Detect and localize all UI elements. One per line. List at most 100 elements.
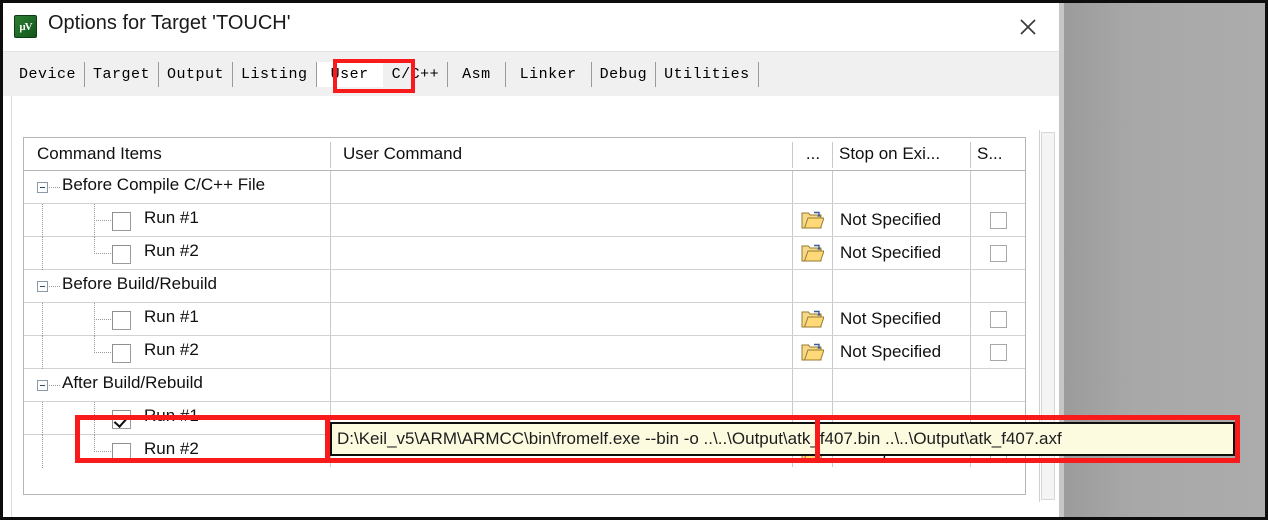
cell-stop-on-exit[interactable]: Not Specified <box>832 303 970 335</box>
row-label: Run #2 <box>144 439 199 458</box>
cell-stop-on-exit[interactable] <box>832 171 970 203</box>
tab-device[interactable]: Device <box>11 62 86 87</box>
cell-s-column[interactable] <box>970 303 1025 335</box>
folder-open-icon[interactable] <box>801 211 825 230</box>
folder-open-icon[interactable] <box>801 343 825 362</box>
row-label: Run #2 <box>144 241 199 260</box>
user-command-input[interactable]: D:\Keil_v5\ARM\ARMCC\bin\fromelf.exe --b… <box>330 422 1235 456</box>
tree-connector <box>49 286 60 287</box>
tree-connector <box>49 385 60 386</box>
cell-s-column[interactable] <box>970 171 1025 203</box>
tree-connector <box>42 402 43 435</box>
cell-stop-on-exit[interactable] <box>832 270 970 302</box>
row-checkbox-checked[interactable] <box>112 410 131 429</box>
tree-connector <box>94 352 112 353</box>
row-label: Before Build/Rebuild <box>62 274 217 293</box>
header-command-items[interactable]: Command Items <box>37 138 327 170</box>
header-s-column[interactable]: S... <box>977 138 1022 170</box>
cell-stop-on-exit[interactable]: Not Specified <box>832 204 970 236</box>
row-label: Run #1 <box>144 208 199 227</box>
cell-stop-on-exit[interactable] <box>832 369 970 401</box>
header-sep-3[interactable] <box>832 142 833 168</box>
cell-browse[interactable] <box>792 171 832 203</box>
row-checkbox[interactable] <box>112 245 131 264</box>
row-checkbox[interactable] <box>112 311 131 330</box>
table-row[interactable]: Before Build/Rebuild <box>24 270 1025 303</box>
row-checkbox[interactable] <box>112 443 131 462</box>
keil-uvision-icon: µV <box>14 15 37 38</box>
table-row[interactable]: Run #2 Not Specified <box>24 237 1025 270</box>
tree-collapse-icon[interactable] <box>37 281 48 292</box>
stop-on-exit-checkbox[interactable] <box>989 343 1007 361</box>
tab-debug[interactable]: Debug <box>591 62 657 87</box>
row-label: Run #1 <box>144 307 199 326</box>
cell-browse[interactable] <box>792 204 832 236</box>
row-label: Run #1 <box>144 406 199 425</box>
tree-connector <box>94 418 112 419</box>
dialog-title: Options for Target 'TOUCH' <box>48 12 291 34</box>
row-label: After Build/Rebuild <box>62 373 203 392</box>
grid-header-row: Command Items User Command ... Stop on E… <box>24 138 1025 171</box>
cell-user-command[interactable] <box>330 336 792 368</box>
header-sep-2[interactable] <box>792 142 793 168</box>
tab-cpp[interactable]: C/C++ <box>383 62 449 87</box>
cell-stop-on-exit[interactable]: Not Specified <box>832 336 970 368</box>
stop-on-exit-checkbox[interactable] <box>989 244 1007 262</box>
header-sep-1[interactable] <box>330 142 331 168</box>
header-user-command[interactable]: User Command <box>343 138 788 170</box>
folder-open-icon[interactable] <box>801 244 825 263</box>
stop-on-exit-checkbox[interactable] <box>989 211 1007 229</box>
panel-left-rule <box>11 96 12 517</box>
close-button[interactable] <box>1008 11 1048 43</box>
tab-asm[interactable]: Asm <box>448 62 506 87</box>
cell-s-column[interactable] <box>970 369 1025 401</box>
row-label: Run #2 <box>144 340 199 359</box>
tab-utilities[interactable]: Utilities <box>656 62 759 87</box>
tab-target[interactable]: Target <box>85 62 160 87</box>
tree-connector <box>94 253 112 254</box>
table-row[interactable]: Run #1 Not Specified <box>24 204 1025 237</box>
cell-browse[interactable] <box>792 270 832 302</box>
header-browse[interactable]: ... <box>797 138 829 170</box>
cell-browse[interactable] <box>792 303 832 335</box>
cell-browse[interactable] <box>792 369 832 401</box>
dialog-titlebar: µV Options for Target 'TOUCH' <box>3 3 1064 51</box>
stop-on-exit-checkbox[interactable] <box>989 310 1007 328</box>
tab-output[interactable]: Output <box>159 62 234 87</box>
tree-connector <box>94 451 112 452</box>
header-stop-on-exit[interactable]: Stop on Exi... <box>839 138 967 170</box>
header-sep-4[interactable] <box>970 142 971 168</box>
table-row[interactable]: Run #2 Not Specified <box>24 336 1025 369</box>
tree-collapse-icon[interactable] <box>37 380 48 391</box>
tree-connector <box>94 319 112 320</box>
tab-linker[interactable]: Linker <box>505 62 592 87</box>
cell-browse[interactable] <box>792 237 832 269</box>
cell-user-command[interactable] <box>330 204 792 236</box>
table-row[interactable]: After Build/Rebuild <box>24 369 1025 402</box>
tree-connector <box>94 435 95 452</box>
tab-listing[interactable]: Listing <box>233 62 317 87</box>
table-row[interactable]: Before Compile C/C++ File <box>24 171 1025 204</box>
folder-open-icon[interactable] <box>801 310 825 329</box>
tree-connector <box>42 204 43 237</box>
cell-browse[interactable] <box>792 336 832 368</box>
cell-s-column[interactable] <box>970 270 1025 302</box>
cell-user-command[interactable] <box>330 171 792 203</box>
tab-user[interactable]: User <box>316 62 384 87</box>
cell-s-column[interactable] <box>970 204 1025 236</box>
cell-user-command[interactable] <box>330 303 792 335</box>
tree-collapse-icon[interactable] <box>37 182 48 193</box>
cell-user-command[interactable] <box>330 270 792 302</box>
tree-connector <box>42 336 43 369</box>
cell-s-column[interactable] <box>970 336 1025 368</box>
tree-connector <box>94 237 95 254</box>
cell-user-command[interactable] <box>330 369 792 401</box>
cell-stop-on-exit[interactable]: Not Specified <box>832 237 970 269</box>
table-row[interactable]: Run #1 Not Specified <box>24 303 1025 336</box>
tree-connector <box>42 435 43 468</box>
cell-s-column[interactable] <box>970 237 1025 269</box>
cell-user-command[interactable] <box>330 237 792 269</box>
row-checkbox[interactable] <box>112 344 131 363</box>
tree-connector <box>42 303 43 336</box>
row-checkbox[interactable] <box>112 212 131 231</box>
